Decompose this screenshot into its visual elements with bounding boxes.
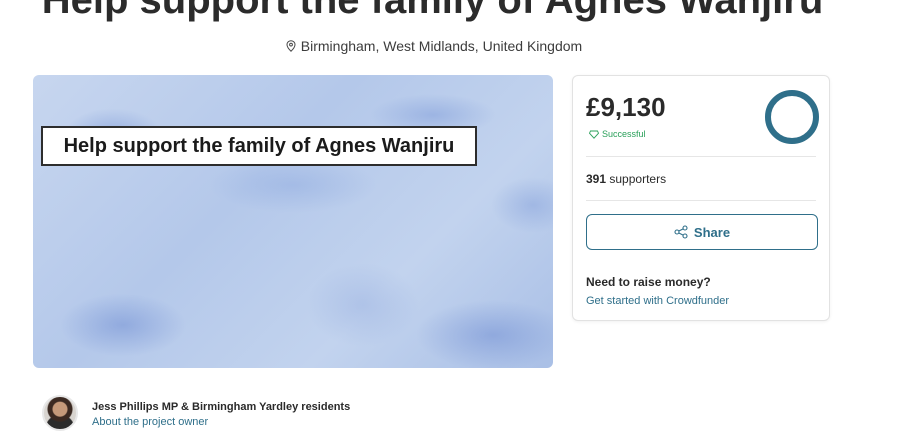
page-title: Help support the family of Agnes Wanjiru — [41, 0, 824, 22]
badge-icon — [589, 130, 599, 139]
progress-ring — [765, 90, 819, 144]
share-button[interactable]: Share — [586, 214, 818, 250]
status-text: Successful — [602, 129, 646, 139]
get-started-link[interactable]: Get started with Crowdfunder — [586, 295, 729, 307]
project-owner: Jess Phillips MP & Birmingham Yardley re… — [42, 395, 350, 431]
owner-name: Jess Phillips MP & Birmingham Yardley re… — [92, 401, 351, 413]
project-image — [33, 75, 553, 368]
funding-card: £9,130 Successful 391 supporters Share N… — [572, 75, 830, 321]
project-location: Birmingham, West Midlands, United Kingdo… — [0, 38, 868, 54]
divider — [586, 200, 816, 201]
supporters-count: 391 supporters — [586, 172, 666, 186]
project-image-caption: Help support the family of Agnes Wanjiru — [41, 126, 477, 166]
supporters-number: 391 — [586, 172, 607, 186]
share-label: Share — [693, 224, 731, 240]
location-text: Birmingham, West Midlands, United Kingdo… — [300, 38, 583, 54]
map-pin-icon — [286, 40, 296, 52]
raise-money-heading: Need to raise money? — [586, 275, 711, 289]
divider — [586, 156, 816, 157]
progress-ring-fill — [765, 90, 819, 144]
supporters-label: supporters — [609, 172, 667, 186]
share-icon — [674, 225, 688, 239]
about-owner-link[interactable]: About the project owner — [92, 416, 350, 428]
amount-raised: £9,130 — [586, 92, 666, 122]
avatar[interactable] — [42, 395, 78, 431]
status-badge: Successful — [589, 129, 646, 139]
